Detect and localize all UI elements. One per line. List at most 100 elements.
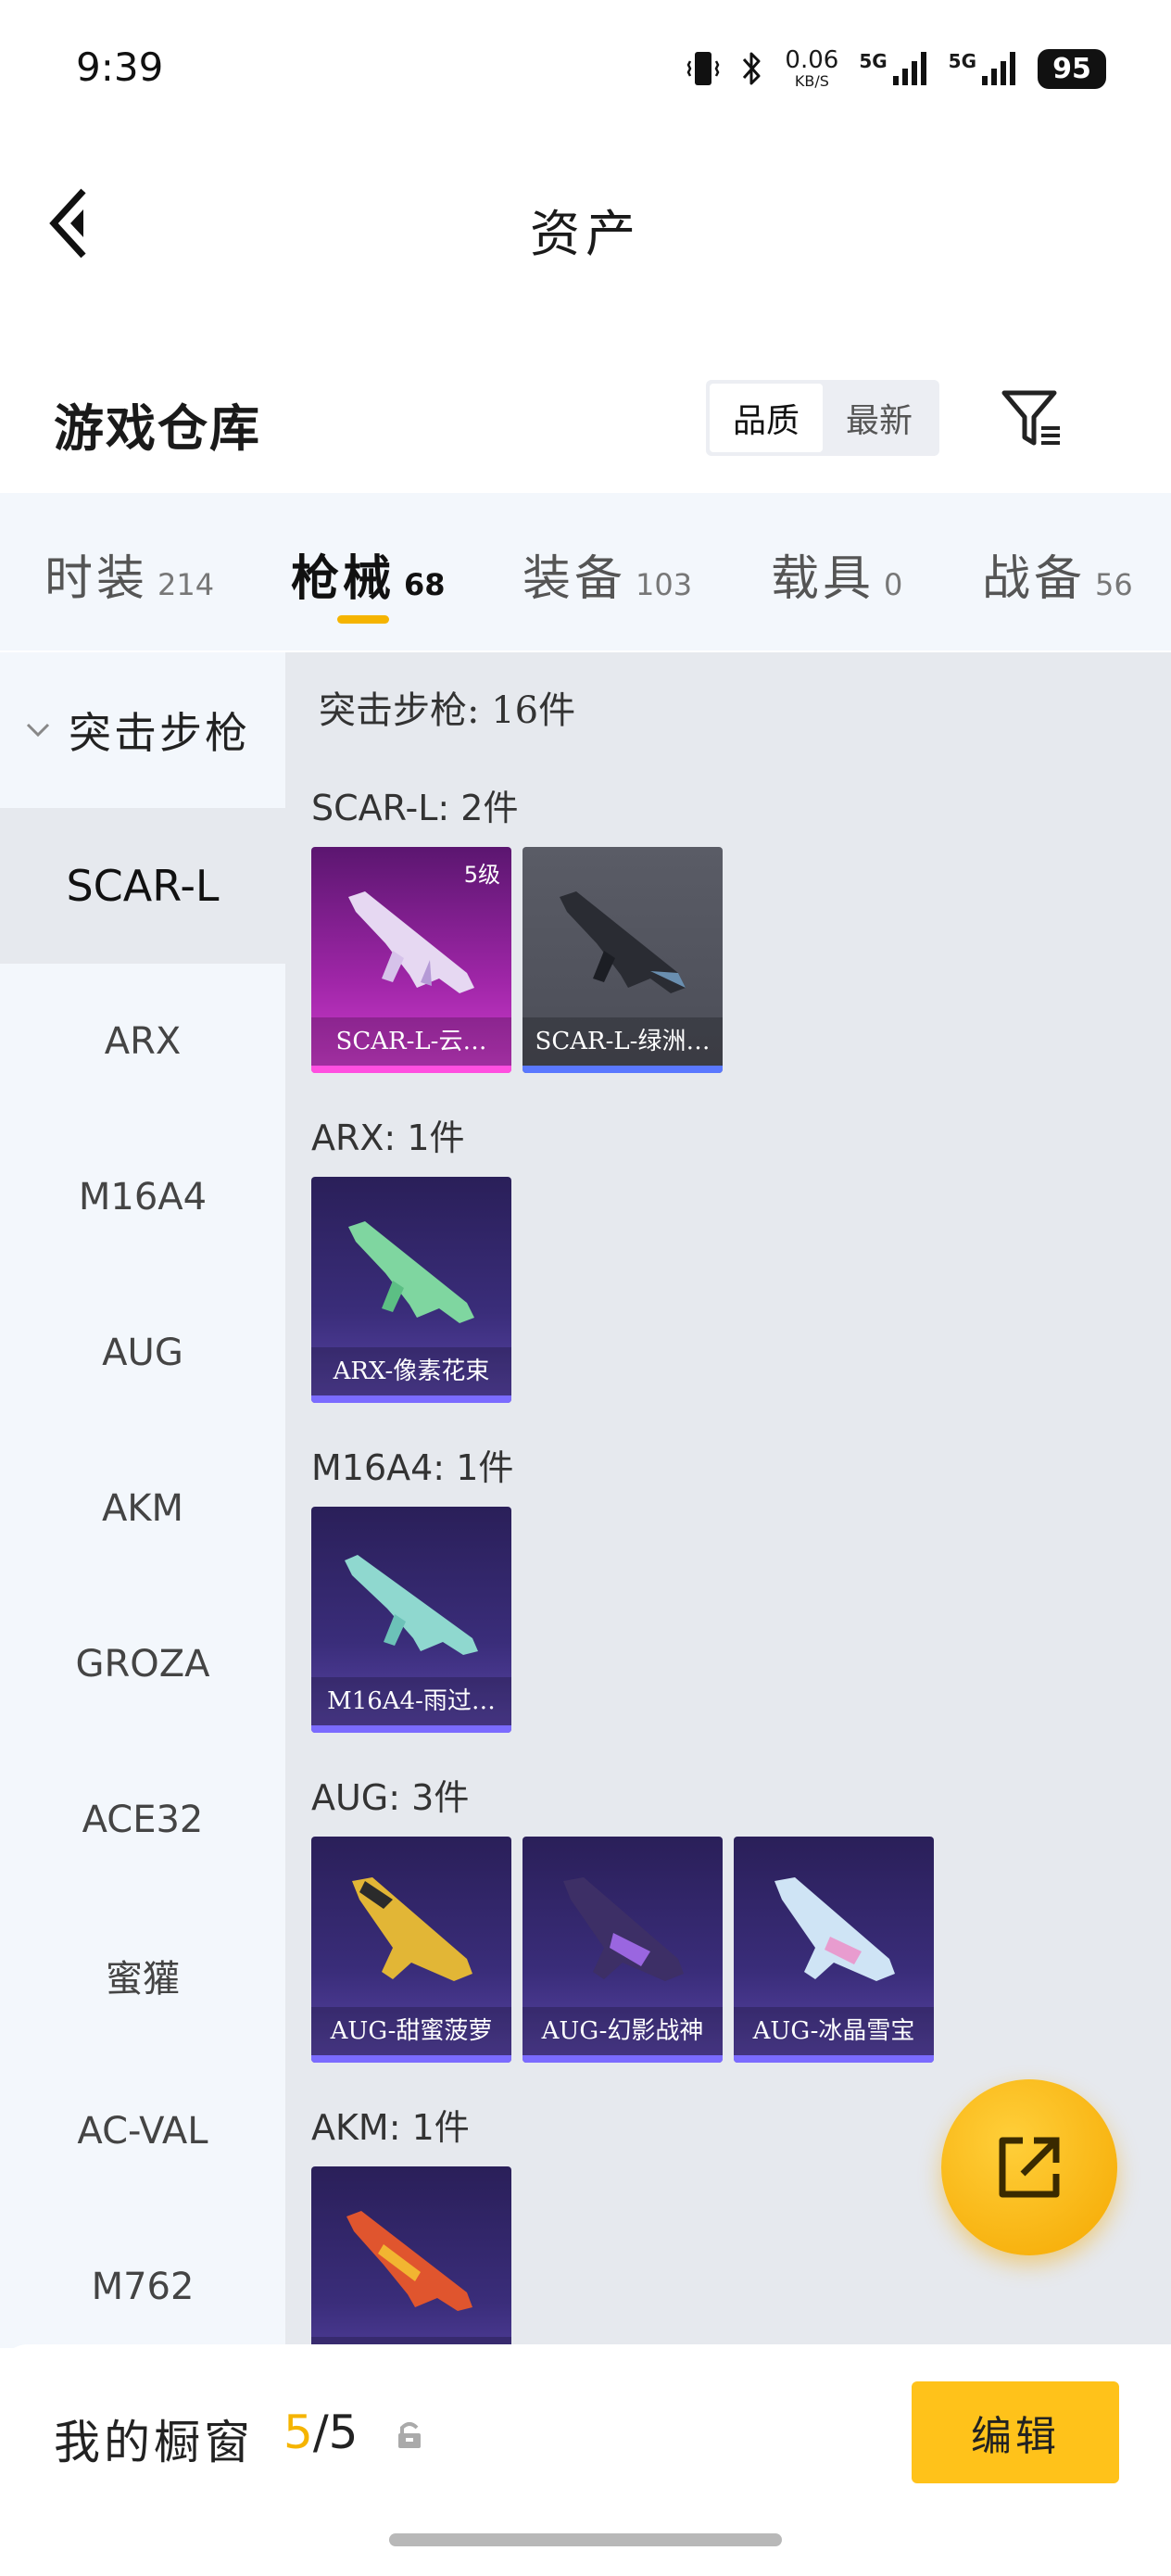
weapon-section-m16a4: M16A4: 1件 M16A4-雨过… — [311, 1442, 1164, 1733]
showcase-label: 我的橱窗 — [54, 2416, 254, 2469]
sidebar-item-akm[interactable]: AKM — [0, 1431, 285, 1586]
rifle-icon — [560, 891, 686, 993]
skin-card[interactable]: AUG-幻影战神 — [523, 1837, 723, 2063]
tab-label: 枪械 — [291, 550, 396, 607]
rifle-icon — [774, 1877, 895, 1981]
tab-firearms[interactable]: 枪械 68 — [291, 539, 446, 609]
sidebar-item-m16a4[interactable]: M16A4 — [0, 1119, 285, 1275]
skin-name: AUG-冰晶雪宝 — [734, 2007, 934, 2055]
sidebar-item-arx[interactable]: ARX — [0, 964, 285, 1119]
tab-label: 战备 — [982, 551, 1087, 607]
rifle-icon — [348, 891, 474, 993]
rifle-icon — [346, 2211, 472, 2311]
tab-vehicles[interactable]: 载具 0 — [771, 539, 902, 609]
tab-fashion[interactable]: 时装 214 — [44, 539, 214, 609]
skin-name: SCAR-L-绿洲… — [523, 1017, 723, 1066]
home-indicator[interactable] — [389, 2533, 782, 2546]
signal-bars-icon — [892, 52, 926, 85]
rifle-icon — [352, 1877, 472, 1981]
signal-2-label: 5G — [948, 50, 976, 72]
skin-card[interactable]: M16A4-雨过… — [311, 1507, 511, 1733]
sidebar-group-label: 突击步枪 — [69, 708, 250, 758]
section-title: SCAR-L: 2件 — [311, 788, 519, 828]
sidebar-item-ace32[interactable]: ACE32 — [0, 1742, 285, 1898]
sidebar-item-scar-l[interactable]: SCAR-L — [0, 808, 285, 964]
battery-indicator: 95 — [1038, 48, 1106, 89]
page-title: 资产 — [530, 205, 641, 263]
weapon-section-scar-l: SCAR-L: 2件 5级 SCAR-L-云… SCAR-L-绿洲… — [311, 782, 1164, 1073]
filter-button[interactable] — [999, 385, 1067, 454]
warehouse-title: 游戏仓库 — [54, 398, 261, 458]
active-tab-indicator — [337, 615, 389, 624]
skin-name: M16A4-雨过… — [311, 1677, 511, 1725]
tab-count: 0 — [884, 567, 903, 602]
status-icons: 0.06 KB/S 5G 5G 95 — [686, 43, 1106, 95]
sort-newest-button[interactable]: 最新 — [823, 384, 936, 452]
level-badge: 5级 — [463, 862, 500, 888]
skin-name: AUG-甜蜜菠萝 — [311, 2007, 511, 2055]
rifle-icon — [563, 1877, 684, 1981]
sidebar-item-m762[interactable]: M762 — [0, 2209, 285, 2348]
signal-1: 5G — [859, 50, 927, 87]
share-button[interactable] — [941, 2079, 1117, 2255]
sidebar-item-groza[interactable]: GROZA — [0, 1586, 285, 1742]
rarity-bar — [734, 2055, 934, 2063]
status-bar: 9:39 0.06 KB/S 5G 5G 95 — [0, 0, 1171, 139]
rarity-bar — [311, 2055, 511, 2063]
rarity-bar — [523, 1066, 723, 1073]
weapon-sidebar: 突击步枪 SCAR-L ARX M16A4 AUG AKM GROZA ACE3… — [0, 652, 285, 2348]
sort-toggle: 品质 最新 — [706, 380, 939, 456]
lock-icon — [398, 2422, 421, 2448]
sidebar-item-ac-val[interactable]: AC-VAL — [0, 2053, 285, 2209]
rarity-bar — [523, 2055, 723, 2063]
rifle-icon — [348, 1221, 474, 1323]
signal-2: 5G — [949, 50, 1017, 87]
edit-button[interactable]: 编辑 — [912, 2381, 1119, 2483]
tab-count: 68 — [404, 567, 446, 602]
sidebar-item-aug[interactable]: AUG — [0, 1275, 285, 1431]
skin-card[interactable]: AUG-甜蜜菠萝 — [311, 1837, 511, 2063]
tab-label: 时装 — [44, 551, 149, 607]
skin-card[interactable]: SCAR-L-绿洲… — [523, 847, 723, 1073]
tab-label: 载具 — [771, 551, 875, 607]
tab-label: 装备 — [523, 551, 627, 607]
sidebar-item-honey-badger[interactable]: 蜜獾 — [0, 1898, 285, 2053]
sidebar-group-assault-rifle[interactable]: 突击步枪 — [0, 652, 285, 808]
section-title: M16A4: 1件 — [311, 1447, 514, 1488]
header: 资产 — [0, 148, 1171, 297]
chevron-down-icon — [26, 723, 50, 738]
warehouse-row: 游戏仓库 品质 最新 — [0, 361, 1171, 473]
skin-name — [311, 2337, 511, 2344]
skin-card[interactable]: ARX-像素花束 — [311, 1177, 511, 1403]
sort-quality-button[interactable]: 品质 — [710, 384, 823, 452]
vibrate-icon — [687, 52, 720, 85]
skin-name: ARX-像素花束 — [311, 1347, 511, 1395]
skin-name: AUG-幻影战神 — [523, 2007, 723, 2055]
net-speed: 0.06 KB/S — [785, 48, 838, 89]
weapon-section-aug: AUG: 3件 AUG-甜蜜菠萝 AUG-幻影战神 AUG-冰晶雪宝 — [311, 1772, 1164, 2063]
signal-bars-icon — [982, 52, 1015, 85]
signal-1-label: 5G — [859, 50, 888, 72]
tab-supplies[interactable]: 战备 56 — [982, 539, 1133, 609]
weapon-section-arx: ARX: 1件 ARX-像素花束 — [311, 1112, 1164, 1403]
net-speed-value: 0.06 — [785, 46, 839, 74]
bluetooth-icon — [743, 52, 761, 85]
rifle-icon — [345, 1555, 478, 1655]
filter-icon — [1001, 390, 1060, 446]
tab-count: 103 — [636, 567, 693, 602]
showcase-current: 5 — [283, 2406, 313, 2459]
tab-count: 56 — [1095, 567, 1133, 602]
showcase-count: 5/5 — [283, 2406, 358, 2459]
rarity-bar — [311, 1395, 511, 1403]
skin-card[interactable] — [311, 2166, 511, 2344]
skin-name: SCAR-L-云… — [311, 1017, 511, 1066]
skin-card[interactable]: 5级 SCAR-L-云… — [311, 847, 511, 1073]
showcase-total: /5 — [312, 2406, 359, 2459]
section-title: AUG: 3件 — [311, 1777, 470, 1818]
tab-equipment[interactable]: 装备 103 — [523, 539, 692, 609]
status-time: 9:39 — [76, 44, 164, 90]
section-title: ARX: 1件 — [311, 1118, 465, 1158]
category-tabs: 时装 214 枪械 68 装备 103 载具 0 战备 56 — [0, 493, 1171, 650]
rarity-bar — [311, 1066, 511, 1073]
skin-card[interactable]: AUG-冰晶雪宝 — [734, 1837, 934, 2063]
